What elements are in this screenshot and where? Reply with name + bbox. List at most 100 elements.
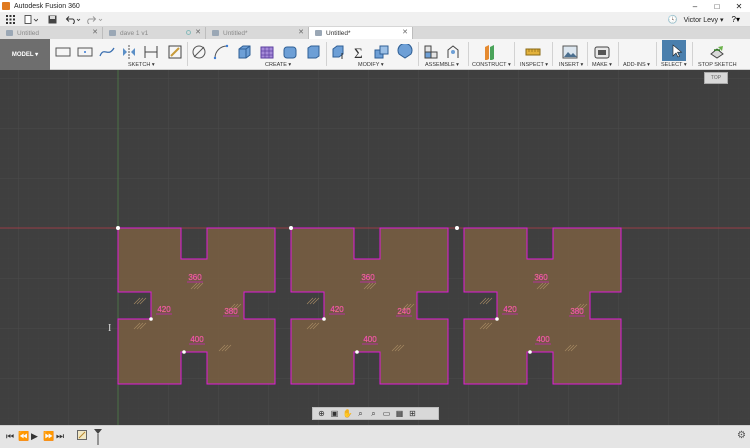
select-group-label[interactable]: SELECT ▾: [661, 62, 687, 68]
step-back-icon[interactable]: ⏪: [18, 431, 29, 442]
circle-tool-icon[interactable]: [191, 44, 207, 60]
modify-group-label[interactable]: MODIFY ▾: [358, 62, 384, 68]
data-panel-grid-icon[interactable]: [0, 12, 20, 27]
rectangle-tool-icon[interactable]: [77, 44, 93, 60]
go-to-end-icon[interactable]: ⏭: [56, 431, 64, 442]
mirror-tool-icon[interactable]: [121, 44, 137, 60]
insert-group-label[interactable]: INSERT ▾: [559, 62, 583, 68]
box-icon[interactable]: [282, 44, 298, 60]
title-bar: Autodesk Fusion 360 – □ ✕: [0, 0, 750, 12]
dimension-label-right: 380: [224, 307, 238, 316]
ribbon-separator: [587, 42, 588, 66]
arc-tool-icon[interactable]: [213, 44, 229, 60]
pan-hand-icon[interactable]: ✋: [343, 409, 353, 418]
ribbon-separator: [692, 42, 693, 66]
ribbon-separator: [326, 42, 327, 66]
new-component-icon[interactable]: [423, 44, 439, 60]
tab-untitled-active[interactable]: Untitled* ✕: [309, 27, 413, 39]
view-cube[interactable]: TOP: [704, 72, 728, 84]
tab-label: Untitled*: [326, 29, 351, 37]
tab-untitled-2[interactable]: Untitled* ✕: [206, 27, 309, 39]
ribbon-separator: [468, 42, 469, 66]
document-tabs: Untitled ✕ dave 1 v1 ✕ Untitled* ✕ Untit…: [0, 27, 750, 39]
measure-icon[interactable]: [525, 44, 541, 60]
design-canvas[interactable]: 360 420 380 400 360 420 240 400 360 420 380 400 I: [0, 70, 750, 425]
offset-plane-icon[interactable]: [482, 44, 498, 60]
look-at-icon[interactable]: ▣: [330, 409, 339, 418]
close-tab-icon[interactable]: ✕: [92, 28, 98, 36]
addins-group-label[interactable]: ADD-INS ▾: [623, 62, 650, 68]
construct-group-label[interactable]: CONSTRUCT ▾: [472, 62, 511, 68]
select-tool-button[interactable]: [662, 40, 686, 61]
go-to-start-icon[interactable]: ⏮: [6, 431, 14, 442]
make-group-label[interactable]: MAKE ▾: [592, 62, 612, 68]
timeline-bar: ⏮ ⏪ ▶ ⏩ ⏭ ⚙: [0, 425, 750, 448]
tab-label: dave 1 v1: [120, 29, 149, 37]
timeline-marker-icon[interactable]: [93, 428, 103, 445]
minimize-button[interactable]: –: [684, 0, 706, 12]
tab-label: Untitled: [17, 29, 40, 37]
create-group-label[interactable]: CREATE ▾: [265, 62, 291, 68]
dimension-label-right: 380: [570, 307, 584, 316]
dimension-label-left: 420: [503, 305, 517, 314]
insert-image-icon[interactable]: [562, 44, 578, 60]
sketch-group-label[interactable]: SKETCH ▾: [128, 62, 155, 68]
sketch-point: [495, 317, 499, 321]
redo-icon[interactable]: [84, 12, 106, 27]
inspect-group-label[interactable]: INSPECT ▾: [520, 62, 548, 68]
file-menu-icon[interactable]: [20, 12, 42, 27]
shell-icon[interactable]: [397, 44, 413, 60]
dimension-label-top: 360: [188, 273, 202, 282]
sketch-feature-icon[interactable]: [77, 430, 87, 440]
fit-icon[interactable]: ⌕: [369, 409, 378, 418]
play-icon[interactable]: ▶: [31, 431, 38, 442]
joint-icon[interactable]: [445, 44, 461, 60]
cylinder-icon[interactable]: [305, 44, 321, 60]
display-settings-icon[interactable]: ▭: [382, 409, 391, 418]
close-tab-icon[interactable]: ✕: [195, 28, 201, 36]
text-cursor-icon: I: [108, 323, 111, 334]
form-icon[interactable]: [259, 44, 275, 60]
tab-untitled-1[interactable]: Untitled ✕: [0, 27, 103, 39]
line-tool-icon[interactable]: [55, 44, 71, 60]
tab-label: Untitled*: [223, 29, 248, 37]
close-tab-icon[interactable]: ✕: [298, 28, 304, 36]
sketch-point: [322, 317, 326, 321]
spline-tool-icon[interactable]: [99, 44, 115, 60]
document-icon: [212, 30, 219, 36]
dimension-label-left: 420: [157, 305, 171, 314]
press-pull-icon[interactable]: [330, 44, 346, 60]
undo-icon[interactable]: [62, 12, 84, 27]
document-icon: [315, 30, 322, 36]
sum-formula-icon[interactable]: Σ: [352, 44, 368, 60]
3d-print-icon[interactable]: [594, 44, 610, 60]
sketch-point: [289, 226, 293, 230]
sketch-palette-icon[interactable]: [167, 44, 183, 60]
maximize-button[interactable]: □: [706, 0, 728, 12]
job-status-clock-icon[interactable]: 🕓: [668, 15, 678, 24]
dimension-label-bottom: 400: [536, 335, 550, 344]
close-tab-icon[interactable]: ✕: [402, 28, 408, 36]
combine-icon[interactable]: [374, 44, 390, 60]
extrude-icon[interactable]: [236, 44, 252, 60]
stop-sketch-label[interactable]: STOP SKETCH: [698, 62, 737, 68]
fusion-logo-icon: [2, 2, 10, 10]
orbit-icon[interactable]: ⊕: [317, 409, 326, 418]
user-account-menu[interactable]: Victor Levy ▾: [684, 16, 724, 24]
dimension-label-top: 360: [361, 273, 375, 282]
sketch-dimension-icon[interactable]: [143, 44, 159, 60]
stop-sketch-icon[interactable]: [709, 44, 725, 60]
viewports-icon[interactable]: ⊞: [408, 409, 417, 418]
assemble-group-label[interactable]: ASSEMBLE ▾: [425, 62, 459, 68]
timeline-settings-gear-icon[interactable]: ⚙: [737, 430, 746, 441]
help-menu[interactable]: ?▾: [732, 15, 740, 24]
zoom-icon[interactable]: ⌕: [356, 409, 365, 418]
close-button[interactable]: ✕: [728, 0, 750, 12]
step-forward-icon[interactable]: ⏩: [43, 431, 54, 442]
document-icon: [109, 30, 116, 36]
tab-dave-1-v1[interactable]: dave 1 v1 ✕: [103, 27, 206, 39]
navigation-bar: ⊕ ▣ ✋ ⌕ ⌕ ▭ ▦ ⊞: [312, 407, 439, 420]
grid-settings-icon[interactable]: ▦: [395, 409, 404, 418]
save-icon[interactable]: [42, 12, 62, 27]
workspace-switcher[interactable]: MODEL ▾: [0, 39, 50, 70]
